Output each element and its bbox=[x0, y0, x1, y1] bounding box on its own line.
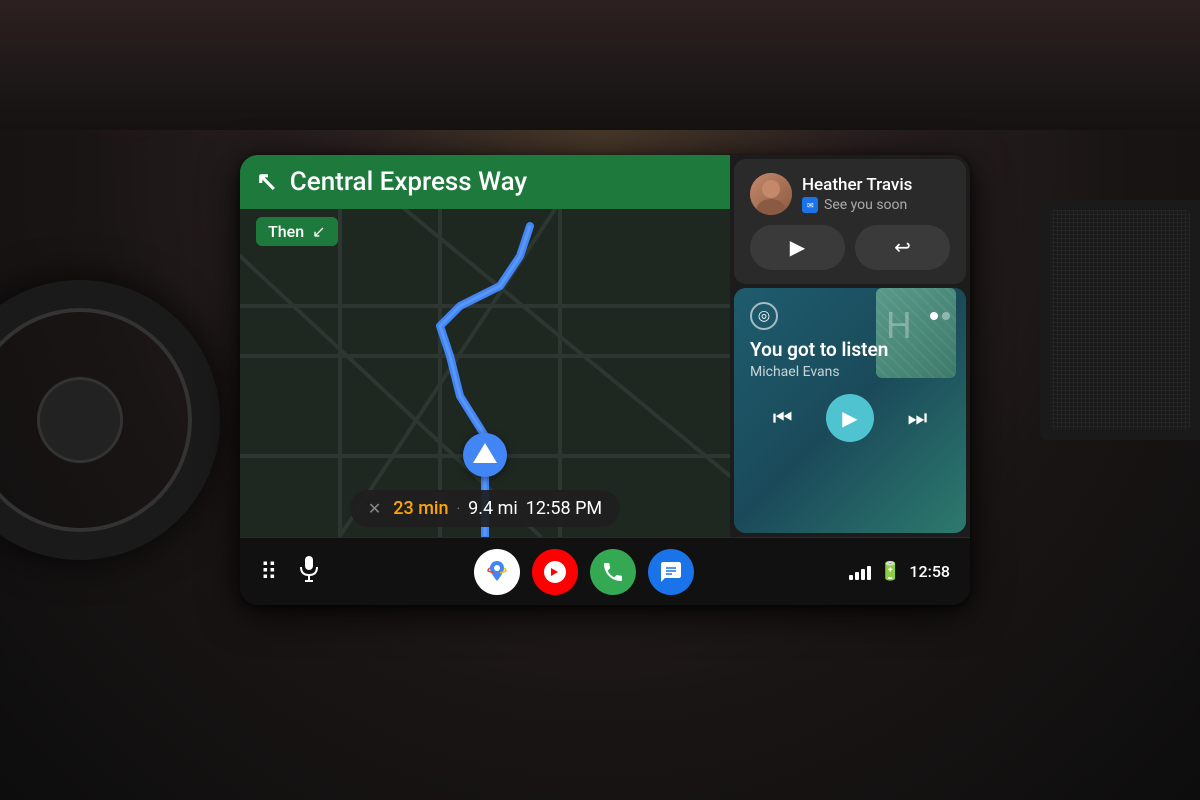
then-arrow-icon: ↙ bbox=[312, 222, 325, 241]
signal-bar-4 bbox=[867, 566, 871, 580]
youtube-music-button[interactable] bbox=[532, 549, 578, 595]
signal-bar-1 bbox=[849, 575, 853, 580]
music-controls: ⏮ ▶ ⏭ bbox=[750, 394, 950, 442]
message-actions: ▶ ↩ bbox=[750, 225, 950, 270]
message-card: Heather Travis ✉ See you soon bbox=[734, 159, 966, 284]
map-area[interactable]: ↖ Central Express Way Then ↙ ✕ 23 min · bbox=[240, 155, 730, 537]
signal-bar-2 bbox=[855, 572, 859, 580]
music-progress-dots bbox=[930, 312, 950, 320]
battery-icon: 🔋 bbox=[879, 561, 901, 582]
message-preview: See you soon bbox=[824, 197, 907, 213]
signal-strength-icon bbox=[849, 564, 871, 580]
nav-then-instruction: Then ↙ bbox=[256, 217, 338, 246]
maps-app-button[interactable] bbox=[474, 549, 520, 595]
phone-button[interactable] bbox=[590, 549, 636, 595]
turn-arrow-icon: ↖ bbox=[256, 167, 278, 197]
eta-time: 23 min bbox=[393, 498, 448, 519]
status-time: 12:58 bbox=[909, 562, 950, 581]
eta-arrival: 12:58 PM bbox=[526, 498, 602, 519]
grid-apps-button[interactable]: ⠿ bbox=[260, 558, 278, 586]
signal-bar-3 bbox=[861, 569, 865, 580]
play-message-button[interactable]: ▶ bbox=[750, 225, 845, 270]
sender-name: Heather Travis bbox=[802, 175, 950, 195]
nav-street-name: Central Express Way bbox=[290, 167, 714, 197]
then-label: Then bbox=[268, 222, 304, 241]
music-service-icon: ◎ bbox=[750, 302, 778, 330]
android-auto-screen: ↖ Central Express Way Then ↙ ✕ 23 min · bbox=[240, 155, 970, 605]
map-svg bbox=[240, 155, 730, 537]
svg-text:✉: ✉ bbox=[807, 201, 814, 210]
dot-1 bbox=[930, 312, 938, 320]
taskbar-left: ⠿ bbox=[260, 555, 320, 589]
eta-bar[interactable]: ✕ 23 min · 9.4 mi 12:58 PM bbox=[350, 490, 620, 527]
track-title: You got to listen bbox=[750, 338, 950, 361]
right-panel: Heather Travis ✉ See you soon bbox=[730, 155, 970, 537]
message-metadata: Heather Travis ✉ See you soon bbox=[802, 175, 950, 213]
eta-close-icon[interactable]: ✕ bbox=[368, 499, 381, 518]
taskbar-center bbox=[320, 549, 849, 595]
messages-app-icon: ✉ bbox=[802, 197, 818, 213]
track-artist: Michael Evans bbox=[750, 364, 950, 380]
taskbar-right: 🔋 12:58 bbox=[849, 561, 950, 582]
play-pause-button[interactable]: ▶ bbox=[826, 394, 874, 442]
eta-distance: 9.4 mi bbox=[468, 498, 518, 519]
dashboard-top bbox=[0, 0, 1200, 130]
nav-header: ↖ Central Express Way bbox=[240, 155, 730, 209]
next-track-button[interactable]: ⏭ bbox=[895, 401, 939, 435]
taskbar: ⠿ bbox=[240, 537, 970, 605]
nav-position-indicator bbox=[463, 433, 507, 477]
speaker-grille bbox=[1040, 200, 1200, 440]
eta-separator-1: · bbox=[457, 501, 461, 517]
dot-2 bbox=[942, 312, 950, 320]
microphone-button[interactable] bbox=[298, 555, 320, 589]
music-card: H ◎ You got to listen Michael Evans ⏮ bbox=[734, 288, 966, 533]
nav-arrow-icon bbox=[463, 433, 507, 477]
messages-button[interactable] bbox=[648, 549, 694, 595]
contact-avatar bbox=[750, 173, 792, 215]
reply-message-button[interactable]: ↩ bbox=[855, 225, 950, 270]
previous-track-button[interactable]: ⏮ bbox=[761, 401, 805, 435]
